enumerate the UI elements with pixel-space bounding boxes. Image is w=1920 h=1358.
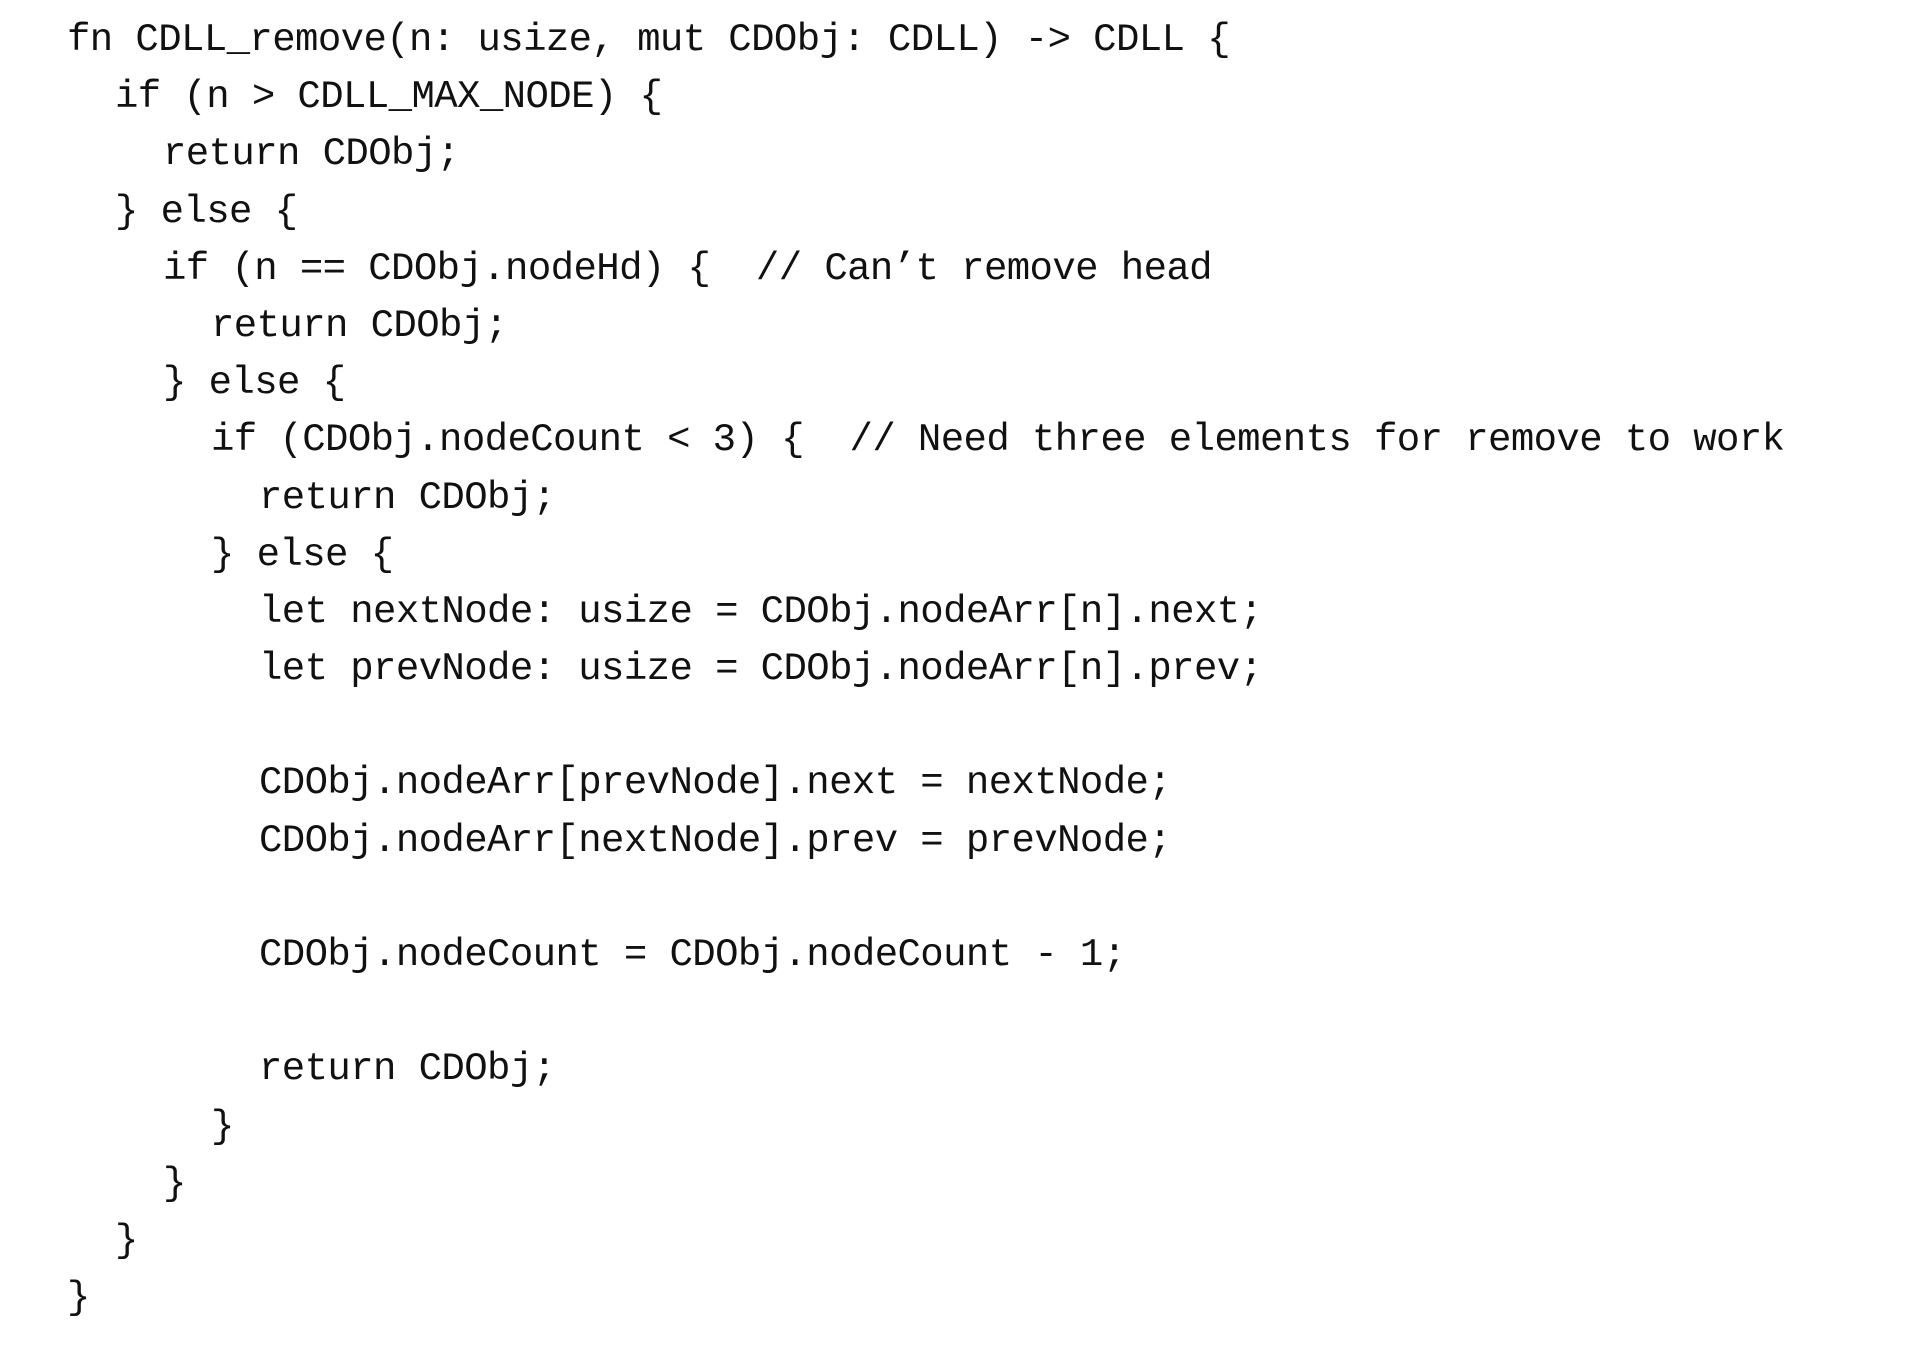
code-text: let prevNode: usize = CDObj.nodeArr[n].p…: [259, 647, 1263, 692]
code-text: }: [211, 1104, 234, 1149]
code-line: let prevNode: usize = CDObj.nodeArr[n].p…: [67, 641, 1784, 698]
code-text: if (CDObj.nodeCount < 3) {: [211, 418, 850, 463]
code-comment: // Can’t remove head: [755, 246, 1213, 291]
code-text: fn CDLL_remove(n: usize, mut CDObj: CDLL…: [67, 18, 1231, 62]
code-text: }: [67, 1276, 90, 1321]
code-text: } else {: [211, 532, 394, 577]
code-text: return CDObj;: [259, 1047, 556, 1092]
code-text: }: [163, 1161, 186, 1206]
code-line: let nextNode: usize = CDObj.nodeArr[n].n…: [67, 584, 1784, 641]
code-line: return CDObj;: [67, 298, 1784, 355]
code-line: if (n > CDLL_MAX_NODE) {: [67, 69, 1784, 126]
code-text: CDObj.nodeArr[prevNode].next = nextNode;: [259, 761, 1172, 806]
code-line: return CDObj;: [67, 1041, 1784, 1098]
code-text: let nextNode: usize = CDObj.nodeArr[n].n…: [259, 589, 1263, 634]
code-comment: // Need three elements for remove to wor…: [849, 418, 1786, 463]
code-line: } else {: [67, 184, 1784, 241]
code-line: }: [67, 1270, 1784, 1327]
code-listing: fn CDLL_remove(n: usize, mut CDObj: CDLL…: [67, 12, 1786, 1327]
code-line: return CDObj;: [67, 126, 1784, 183]
code-line: if (n == CDObj.nodeHd) { // Can’t remove…: [67, 241, 1784, 298]
code-line: }: [67, 1156, 1784, 1213]
code-text: return CDObj;: [211, 303, 508, 348]
code-line: return CDObj;: [67, 470, 1784, 527]
code-text: CDObj.nodeCount = CDObj.nodeCount - 1;: [259, 933, 1126, 977]
code-line: fn CDLL_remove(n: usize, mut CDObj: CDLL…: [67, 12, 1784, 69]
code-line: } else {: [67, 355, 1784, 412]
code-text: CDObj.nodeArr[nextNode].prev = prevNode;: [259, 818, 1172, 863]
code-text: } else {: [115, 189, 298, 234]
code-line: CDObj.nodeCount = CDObj.nodeCount - 1;: [67, 927, 1784, 984]
code-text: if (n == CDObj.nodeHd) {: [163, 246, 756, 291]
code-line: CDObj.nodeArr[nextNode].prev = prevNode;: [67, 813, 1784, 870]
code-text: }: [115, 1218, 138, 1263]
code-line: }: [67, 1213, 1784, 1270]
code-text: if (n > CDLL_MAX_NODE) {: [115, 75, 663, 120]
code-text: return CDObj;: [163, 132, 460, 177]
code-line: } else {: [67, 527, 1784, 584]
code-text: return CDObj;: [259, 475, 556, 520]
code-line: CDObj.nodeArr[prevNode].next = nextNode;: [67, 755, 1784, 812]
code-line: if (CDObj.nodeCount < 3) { // Need three…: [67, 412, 1786, 469]
code-line: }: [67, 1099, 1784, 1156]
code-text: } else {: [163, 361, 346, 406]
